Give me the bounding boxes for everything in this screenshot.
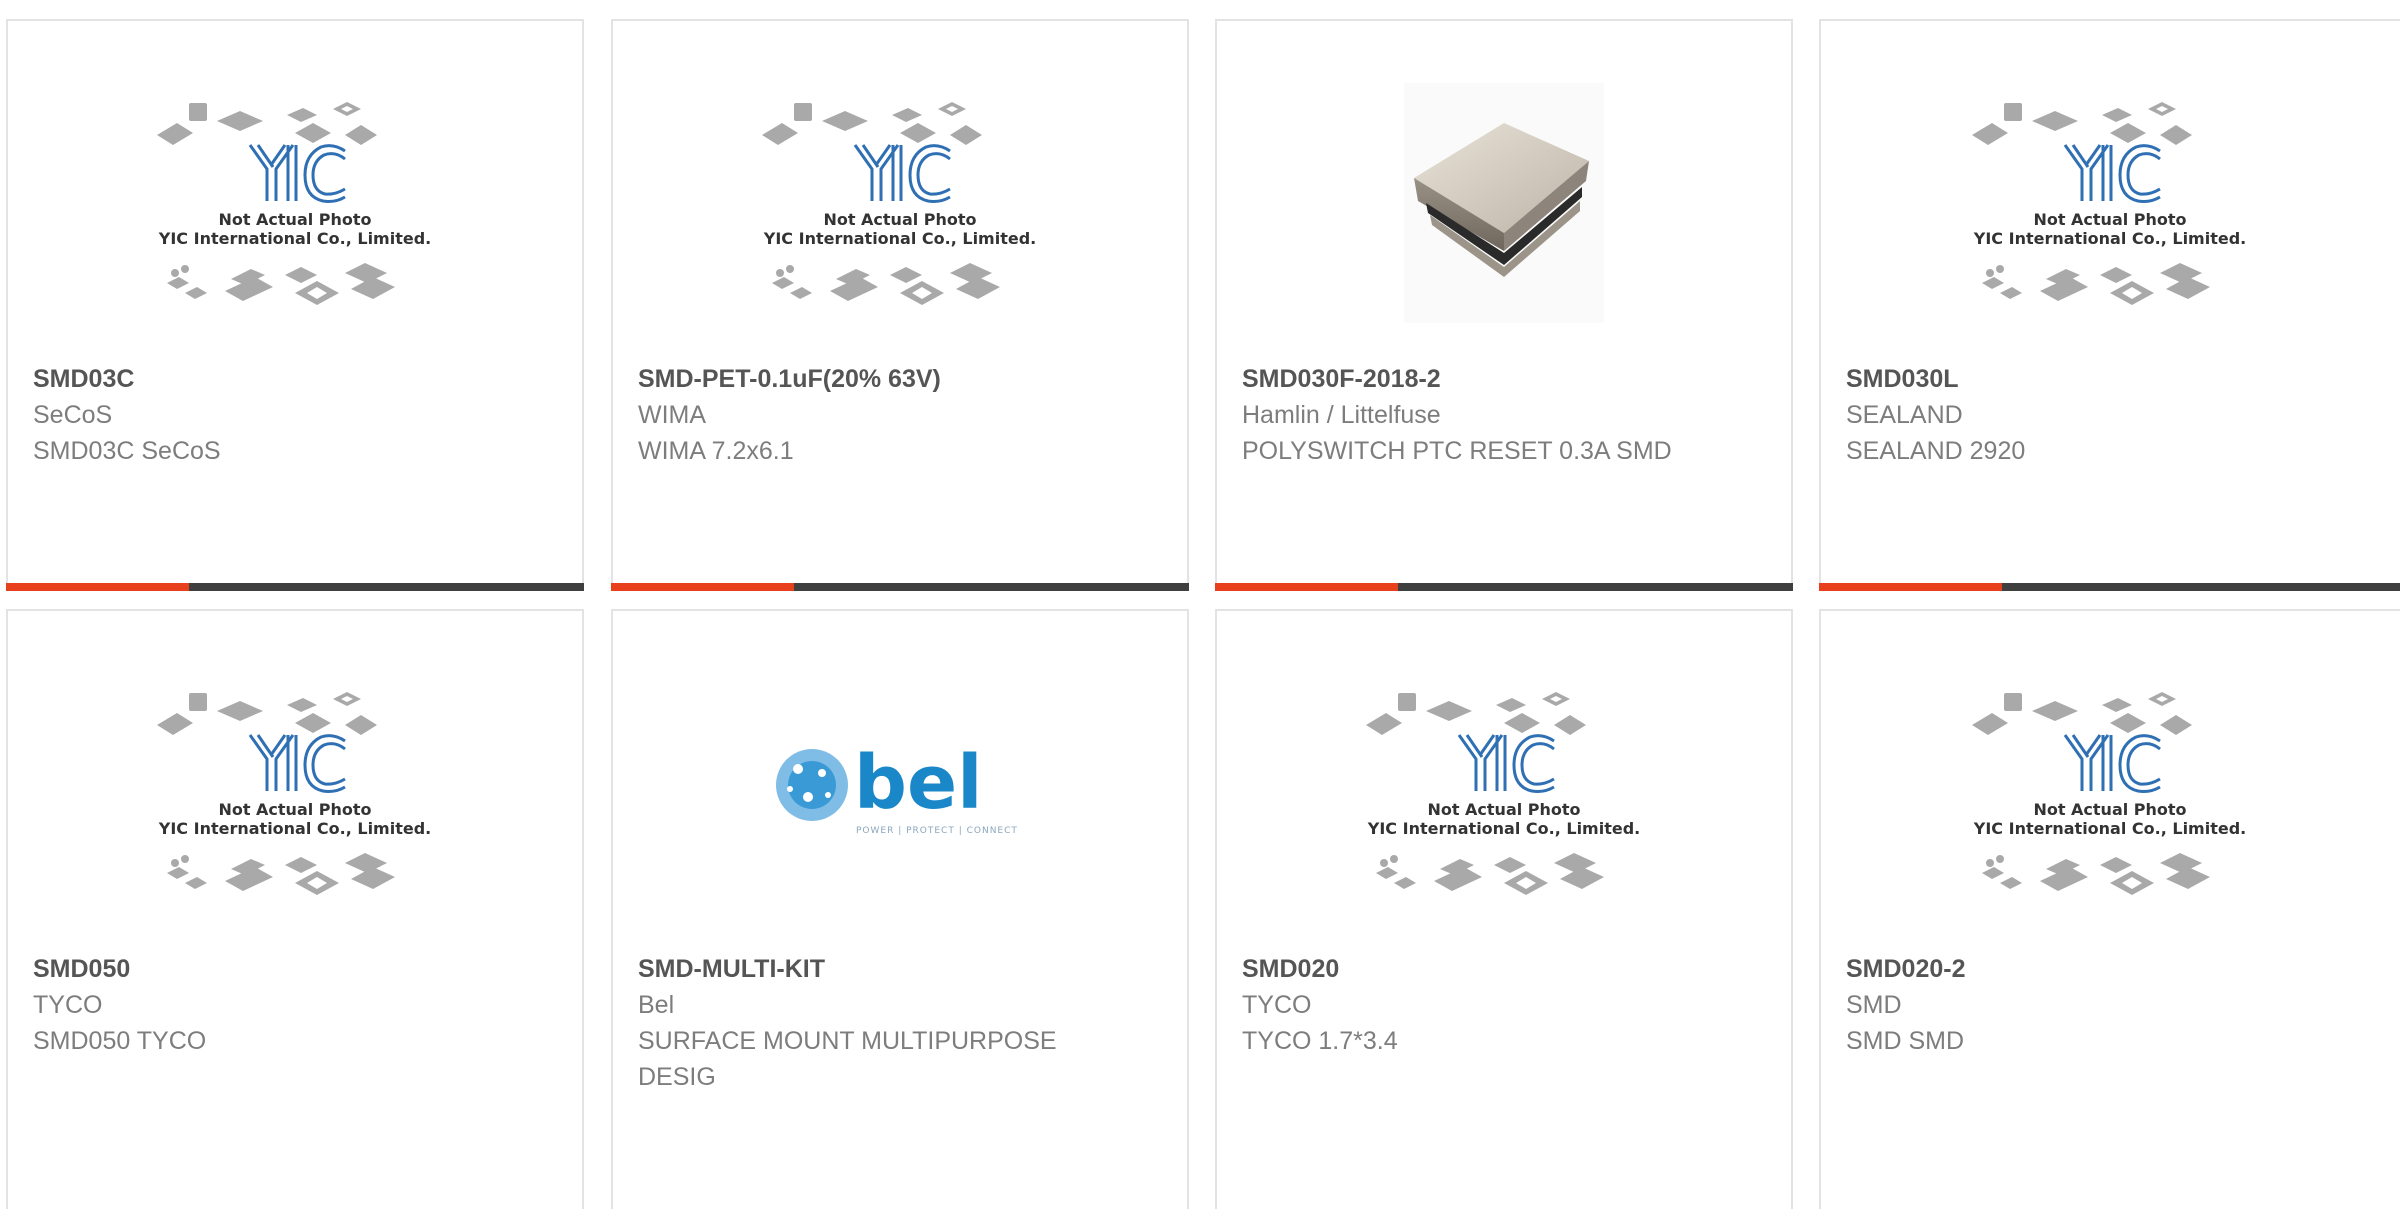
placeholder-line1: Not Actual Photo <box>218 800 371 819</box>
product-info: SMD020-2 SMD SMD SMD <box>1846 951 2380 1059</box>
description: SEALAND 2920 <box>1846 437 2026 465</box>
card-accent <box>6 583 189 591</box>
placeholder-line1: Not Actual Photo <box>2033 800 2186 819</box>
part-number[interactable]: SMD050 <box>33 951 562 987</box>
manufacturer: Hamlin / Littelfuse <box>1242 401 1441 429</box>
placeholder-line2: YIC International Co., Limited. <box>158 229 431 248</box>
part-number[interactable]: SMD030L <box>1846 361 2380 397</box>
product-info: SMD030L SEALAND SEALAND 2920 <box>1846 361 2380 469</box>
product-card[interactable]: Not Actual Photo YIC International Co., … <box>1819 609 2400 1209</box>
product-info: SMD050 TYCO SMD050 TYCO <box>33 951 562 1059</box>
product-card[interactable]: bel POWER | PROTECT | CONNECT SMD-MULTI-… <box>611 609 1189 1209</box>
product-image[interactable]: Not Actual Photo YIC International Co., … <box>750 83 1050 323</box>
card-accent <box>1215 583 1398 591</box>
part-number[interactable]: SMD-MULTI-KIT <box>638 951 1167 987</box>
manufacturer: SMD <box>1846 991 1902 1019</box>
part-number[interactable]: SMD03C <box>33 361 562 397</box>
placeholder-line2: YIC International Co., Limited. <box>763 229 1036 248</box>
placeholder-line2: YIC International Co., Limited. <box>1973 819 2246 838</box>
product-info: SMD030F-2018-2 Hamlin / Littelfuse POLYS… <box>1242 361 1771 469</box>
part-number[interactable]: SMD020 <box>1242 951 1771 987</box>
description: TYCO 1.7*3.4 <box>1242 1027 1398 1055</box>
part-number[interactable]: SMD-PET-0.1uF(20% 63V) <box>638 361 1167 397</box>
manufacturer: SeCoS <box>33 401 113 429</box>
manufacturer: WIMA <box>638 401 707 429</box>
product-image[interactable]: Not Actual Photo YIC International Co., … <box>1354 673 1654 913</box>
description: SURFACE MOUNT MULTIPURPOSE DESIG <box>638 1027 1057 1091</box>
card-bottom-bar <box>6 583 584 591</box>
description: POLYSWITCH PTC RESET 0.3A SMD <box>1242 437 1672 465</box>
manufacturer: TYCO <box>33 991 103 1019</box>
product-card[interactable]: Not Actual Photo YIC International Co., … <box>1819 19 2400 591</box>
description: SMD050 TYCO <box>33 1027 207 1055</box>
bel-logo-image: bel POWER | PROTECT | CONNECT <box>776 740 1018 836</box>
product-image[interactable] <box>1354 83 1654 323</box>
not-actual-photo-image: Not Actual Photo YIC International Co., … <box>1972 692 2246 895</box>
card-bottom-bar <box>611 583 1189 591</box>
product-card[interactable]: Not Actual Photo YIC International Co., … <box>611 19 1189 591</box>
not-actual-photo-image: Not Actual Photo YIC International Co., … <box>762 102 1036 305</box>
product-image[interactable]: bel POWER | PROTECT | CONNECT <box>750 673 1050 913</box>
product-card[interactable]: Not Actual Photo YIC International Co., … <box>6 19 584 591</box>
not-actual-photo-image: Not Actual Photo YIC International Co., … <box>157 102 431 305</box>
component-photo-image <box>1404 83 1604 323</box>
description: WIMA 7.2x6.1 <box>638 437 794 465</box>
product-info: SMD-PET-0.1uF(20% 63V) WIMA WIMA 7.2x6.1 <box>638 361 1167 469</box>
product-card[interactable]: Not Actual Photo YIC International Co., … <box>6 609 584 1209</box>
product-card[interactable]: SMD030F-2018-2 Hamlin / Littelfuse POLYS… <box>1215 19 1793 591</box>
card-accent <box>611 583 794 591</box>
not-actual-photo-image: Not Actual Photo YIC International Co., … <box>1972 102 2246 305</box>
description: SMD SMD <box>1846 1027 1965 1055</box>
bel-tagline: POWER | PROTECT | CONNECT <box>856 826 1018 836</box>
placeholder-line1: Not Actual Photo <box>2033 210 2186 229</box>
product-info: SMD-MULTI-KIT Bel SURFACE MOUNT MULTIPUR… <box>638 951 1167 1095</box>
card-bottom-bar <box>1819 583 2400 591</box>
part-number[interactable]: SMD020-2 <box>1846 951 2380 987</box>
manufacturer: Bel <box>638 991 675 1019</box>
description: SMD03C SeCoS <box>33 437 221 465</box>
manufacturer: TYCO <box>1242 991 1312 1019</box>
card-bottom-bar <box>1215 583 1793 591</box>
card-accent <box>1819 583 2002 591</box>
product-info: SMD03C SeCoS SMD03C SeCoS <box>33 361 562 469</box>
placeholder-line2: YIC International Co., Limited. <box>1973 229 2246 248</box>
product-image[interactable]: Not Actual Photo YIC International Co., … <box>145 673 445 913</box>
part-number[interactable]: SMD030F-2018-2 <box>1242 361 1771 397</box>
product-image[interactable]: Not Actual Photo YIC International Co., … <box>1960 83 2260 323</box>
product-image[interactable]: Not Actual Photo YIC International Co., … <box>1960 673 2260 913</box>
manufacturer: SEALAND <box>1846 401 1963 429</box>
product-card[interactable]: Not Actual Photo YIC International Co., … <box>1215 609 1793 1209</box>
placeholder-line1: Not Actual Photo <box>218 210 371 229</box>
placeholder-line2: YIC International Co., Limited. <box>158 819 431 838</box>
placeholder-line1: Not Actual Photo <box>1427 800 1580 819</box>
bel-brand: bel <box>854 740 983 826</box>
not-actual-photo-image: Not Actual Photo YIC International Co., … <box>157 692 431 895</box>
product-info: SMD020 TYCO TYCO 1.7*3.4 <box>1242 951 1771 1059</box>
placeholder-line1: Not Actual Photo <box>823 210 976 229</box>
product-grid: Not Actual Photo YIC International Co., … <box>0 0 2400 1209</box>
not-actual-photo-image: Not Actual Photo YIC International Co., … <box>1366 692 1640 895</box>
placeholder-line2: YIC International Co., Limited. <box>1367 819 1640 838</box>
product-image[interactable]: Not Actual Photo YIC International Co., … <box>145 83 445 323</box>
